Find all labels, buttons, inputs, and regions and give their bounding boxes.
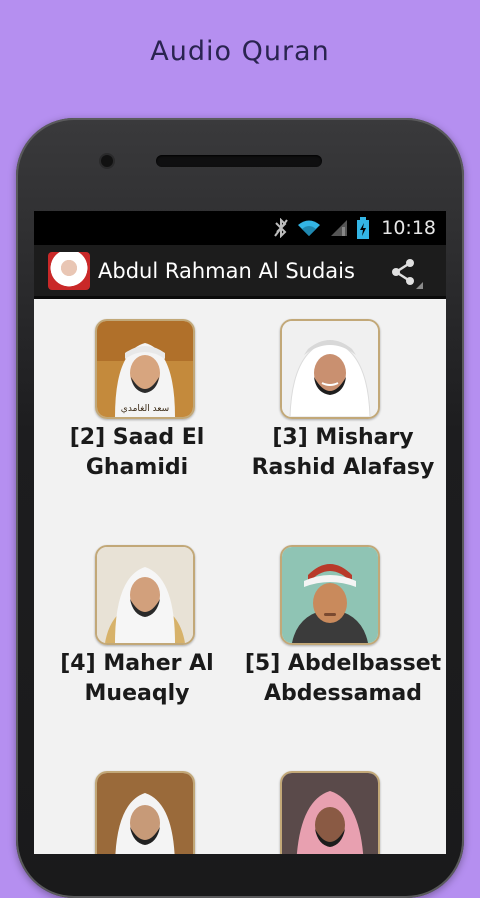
front-camera xyxy=(101,155,113,167)
reciter-label-line1: [4] Maher Al xyxy=(60,651,214,676)
reciter-label-line1: [5] Abdelbasset xyxy=(244,651,442,676)
share-icon[interactable] xyxy=(390,259,424,289)
bluetooth-off-icon xyxy=(274,218,289,238)
battery-icon xyxy=(357,217,370,239)
svg-text:ﺳﻌﺪ ﺍﻟﻐﺎﻣﺪﻱ: ﺳﻌﺪ ﺍﻟﻐﺎﻣﺪﻱ xyxy=(121,404,169,414)
reciter-label: [3] Mishary Rashid Alafasy xyxy=(240,423,446,483)
reciter-label-line2: Abdessamad xyxy=(264,681,422,706)
reciter-label: [2] Saad El Ghamidi xyxy=(34,423,240,483)
reciter-photo[interactable] xyxy=(95,545,195,645)
promo-title: Audio Quran xyxy=(150,36,330,67)
reciter-label-line2: Ghamidi xyxy=(85,455,189,480)
reciter-label-line2: Mueaqly xyxy=(84,681,190,706)
action-bar: Abdul Rahman Al Sudais xyxy=(34,245,446,299)
status-bar: 10:18 xyxy=(34,211,446,245)
status-clock: 10:18 xyxy=(381,217,436,239)
reciter-label-line2: Rashid Alafasy xyxy=(251,455,435,480)
reciter-label: [4] Maher Al Mueaqly xyxy=(34,649,240,709)
phone-screen: 10:18 Abdul Rahman Al Sudais ﺳﻌﺪ ﺍﻟﻐﺎﻣﺪﻱ… xyxy=(34,211,446,854)
reciter-label-line1: [3] Mishary xyxy=(272,425,414,450)
earpiece-speaker xyxy=(156,155,322,167)
action-bar-title: Abdul Rahman Al Sudais xyxy=(98,258,355,283)
reciter-label: [5] Abdelbasset Abdessamad xyxy=(240,649,446,709)
app-icon[interactable] xyxy=(48,251,90,290)
reciter-photo[interactable] xyxy=(280,771,380,854)
signal-icon xyxy=(331,220,348,236)
reciter-photo[interactable] xyxy=(280,545,380,645)
reciter-photo[interactable] xyxy=(95,771,195,854)
wifi-icon xyxy=(298,220,321,236)
reciter-label-line1: [2] Saad El xyxy=(69,425,205,450)
reciter-photo[interactable] xyxy=(280,319,380,419)
reciter-photo[interactable]: ﺳﻌﺪ ﺍﻟﻐﺎﻣﺪﻱ xyxy=(95,319,195,419)
